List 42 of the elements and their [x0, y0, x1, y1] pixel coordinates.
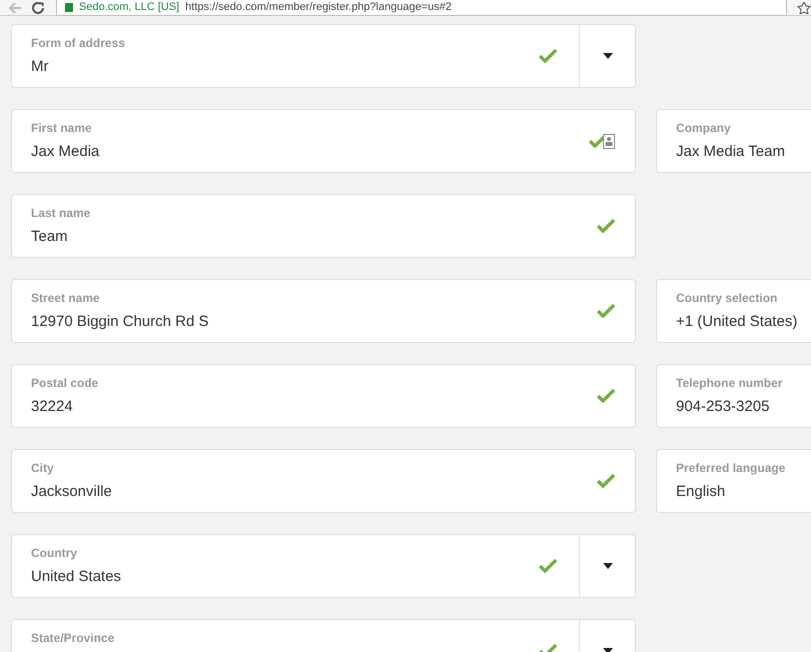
field-value: 12970 Biggin Church Rd S: [31, 312, 210, 332]
field-label: Telephone number: [676, 375, 784, 391]
field-label: City: [31, 460, 55, 476]
field-value: Jacksonville: [31, 482, 113, 502]
field-label: Preferred language: [676, 460, 786, 476]
input-field[interactable]: Telephone number 904-253-3205: [656, 364, 811, 428]
field-value: Jax Media: [31, 142, 100, 162]
field-label: Form of address: [31, 35, 126, 51]
input-field[interactable]: Last name Team: [11, 194, 636, 258]
field-value: Team: [31, 227, 69, 247]
field-value: 904-253-3205: [676, 397, 770, 417]
address-bar[interactable]: Sedo.com, LLC [US] https://sedo.com/member/register.php?language=us#2: [56, 0, 787, 16]
input-field[interactable]: First name Jax Media: [11, 109, 636, 173]
field-value: Jax Media Team: [676, 142, 786, 162]
site-name: Sedo.com, LLC [US]: [79, 0, 180, 15]
field-label: State/Province: [31, 630, 116, 646]
input-field[interactable]: Street name 12970 Biggin Church Rd S: [11, 279, 636, 343]
input-field[interactable]: Company Jax Media Team: [656, 109, 811, 173]
caret-icon[interactable]: [602, 563, 612, 569]
field-label: Country selection: [676, 290, 778, 306]
field-label: Street name: [31, 290, 101, 306]
field-label: Postal code: [31, 375, 100, 391]
field-value: 32224: [31, 397, 74, 417]
select-field[interactable]: Country United States: [11, 534, 636, 598]
field-label: Company: [676, 120, 732, 136]
lock-icon: [65, 2, 73, 12]
field-label: First name: [31, 120, 93, 136]
field-value: Mr: [31, 57, 50, 77]
field-label: Country: [31, 545, 78, 561]
input-field[interactable]: Preferred language English: [656, 449, 811, 513]
input-field[interactable]: Country selection +1 (United States): [656, 279, 811, 343]
field-value: +1 (United States): [676, 312, 798, 332]
field-label: Last name: [31, 205, 92, 221]
select-field[interactable]: Form of address Mr: [11, 24, 636, 88]
input-field[interactable]: City Jacksonville: [11, 449, 636, 513]
field-value: United States: [31, 567, 122, 587]
caret-icon[interactable]: [602, 53, 612, 59]
reload-icon[interactable]: [32, 2, 46, 14]
star-icon[interactable]: [797, 2, 811, 14]
url-text: https://sedo.com/member/register.php?language=us#2: [185, 0, 452, 15]
input-field[interactable]: Postal code 32224: [11, 364, 636, 428]
field-value: English: [676, 482, 726, 502]
